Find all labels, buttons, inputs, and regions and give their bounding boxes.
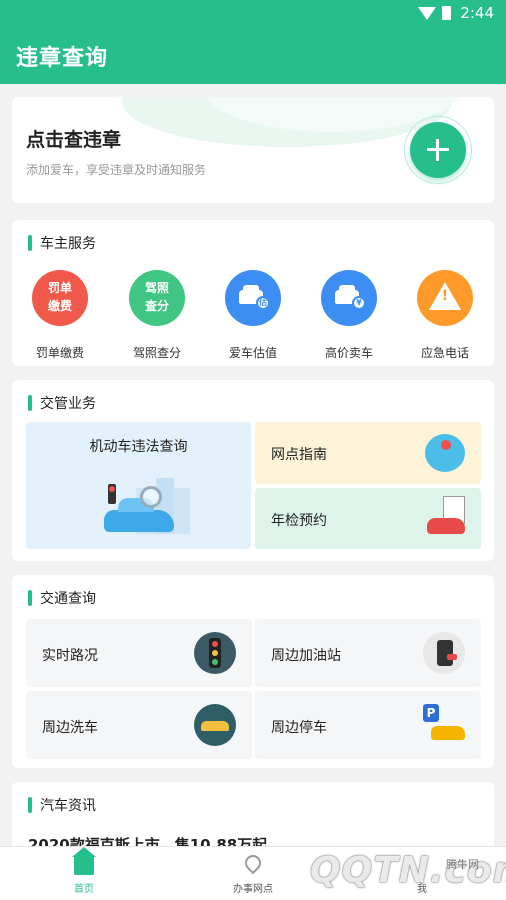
service-label: 爱车估值 — [228, 346, 277, 360]
license-points-icon: 驾照 查分 — [129, 270, 185, 326]
section-title: 交通查询 — [40, 591, 96, 607]
car-valuation-icon: 估 — [225, 270, 281, 326]
tile-label: 周边停车 — [271, 720, 327, 736]
nav-label: 首页 — [74, 884, 94, 895]
car-illustration — [104, 498, 174, 532]
nav-branches[interactable]: 办事网点 — [203, 847, 303, 900]
map-pin-icon — [441, 440, 451, 450]
location-pin-icon — [241, 851, 265, 875]
realtime-traffic-tile[interactable]: 实时路况 — [26, 619, 252, 687]
tile-label: 年检预约 — [271, 513, 327, 529]
service-fine-payment[interactable]: 罚单 缴费 罚单缴费 — [12, 270, 108, 360]
section-accent-bar — [28, 235, 32, 251]
status-bar: 2:44 — [0, 0, 506, 26]
wifi-icon — [418, 7, 436, 20]
traffic-query-card: 交通查询 实时路况 周边加油站 周边洗车 周边停车 P — [12, 575, 494, 768]
car-wash-icon — [194, 704, 236, 746]
fine-payment-icon: 罚单 缴费 — [32, 270, 88, 326]
tile-label: 机动车违法查询 — [89, 439, 188, 455]
nav-label: 办事网点 — [233, 884, 273, 895]
magnifier-icon — [140, 486, 162, 508]
battery-icon — [442, 6, 451, 20]
inspection-booking-tile[interactable]: 年检预约 — [255, 488, 481, 549]
service-license-points[interactable]: 驾照 查分 驾照查分 — [109, 270, 205, 360]
owner-services-card: 车主服务 罚单 缴费 罚单缴费 驾照 查分 驾照查分 估 爱车估值 ¥ 高价卖车 !… — [12, 220, 494, 366]
section-accent-bar — [28, 590, 32, 606]
branch-guide-tile[interactable]: 网点指南 — [255, 422, 481, 484]
tile-label: 周边加油站 — [271, 648, 341, 664]
service-label: 罚单缴费 — [35, 346, 84, 360]
section-accent-bar — [28, 395, 32, 411]
service-label: 高价卖车 — [324, 346, 373, 360]
nearby-parking-tile[interactable]: 周边停车 P — [255, 691, 481, 759]
section-title: 车主服务 — [40, 236, 96, 252]
nav-home[interactable]: 首页 — [34, 847, 134, 900]
service-emergency-call[interactable]: ! 应急电话 — [397, 270, 493, 360]
traffic-light-icon — [194, 632, 236, 674]
app-bar: 违章查询 — [0, 26, 506, 84]
section-title: 交管业务 — [40, 396, 96, 412]
status-time: 2:44 — [460, 4, 494, 22]
warning-icon: ! — [417, 270, 473, 326]
service-label: 应急电话 — [420, 346, 469, 360]
tile-label: 周边洗车 — [42, 720, 98, 736]
fuel-nozzle-icon — [423, 632, 465, 674]
page-title: 违章查询 — [16, 46, 109, 71]
hero-title: 点击查违章 — [26, 129, 122, 151]
traffic-management-card: 交管业务 机动车违法查询 网点指南 年检预约 — [12, 380, 494, 561]
section-accent-bar — [28, 797, 32, 813]
violation-query-tile[interactable]: 机动车违法查询 — [26, 422, 251, 549]
traffic-light-icon — [108, 484, 116, 504]
plus-icon[interactable] — [410, 122, 466, 178]
add-car-card[interactable]: 点击查违章 添加爱车，享受违章及时通知服务 — [12, 97, 494, 203]
watermark-site: 腾牛网 — [446, 858, 479, 871]
hero-subtitle: 添加爱车，享受违章及时通知服务 — [26, 163, 207, 177]
tile-label: 实时路况 — [42, 648, 98, 664]
section-title: 汽车资讯 — [40, 798, 96, 814]
home-icon — [72, 847, 96, 875]
parking-icon: P — [423, 704, 465, 746]
car-icon — [427, 518, 465, 534]
service-label: 驾照查分 — [132, 346, 181, 360]
service-car-sell[interactable]: ¥ 高价卖车 — [301, 270, 397, 360]
tile-label: 网点指南 — [271, 447, 327, 463]
watermark: QQTN.com 腾牛网 — [300, 846, 506, 900]
service-car-valuation[interactable]: 估 爱车估值 — [205, 270, 301, 360]
nearby-gas-station-tile[interactable]: 周边加油站 — [255, 619, 481, 687]
nearby-car-wash-tile[interactable]: 周边洗车 — [26, 691, 252, 759]
car-sell-icon: ¥ — [321, 270, 377, 326]
